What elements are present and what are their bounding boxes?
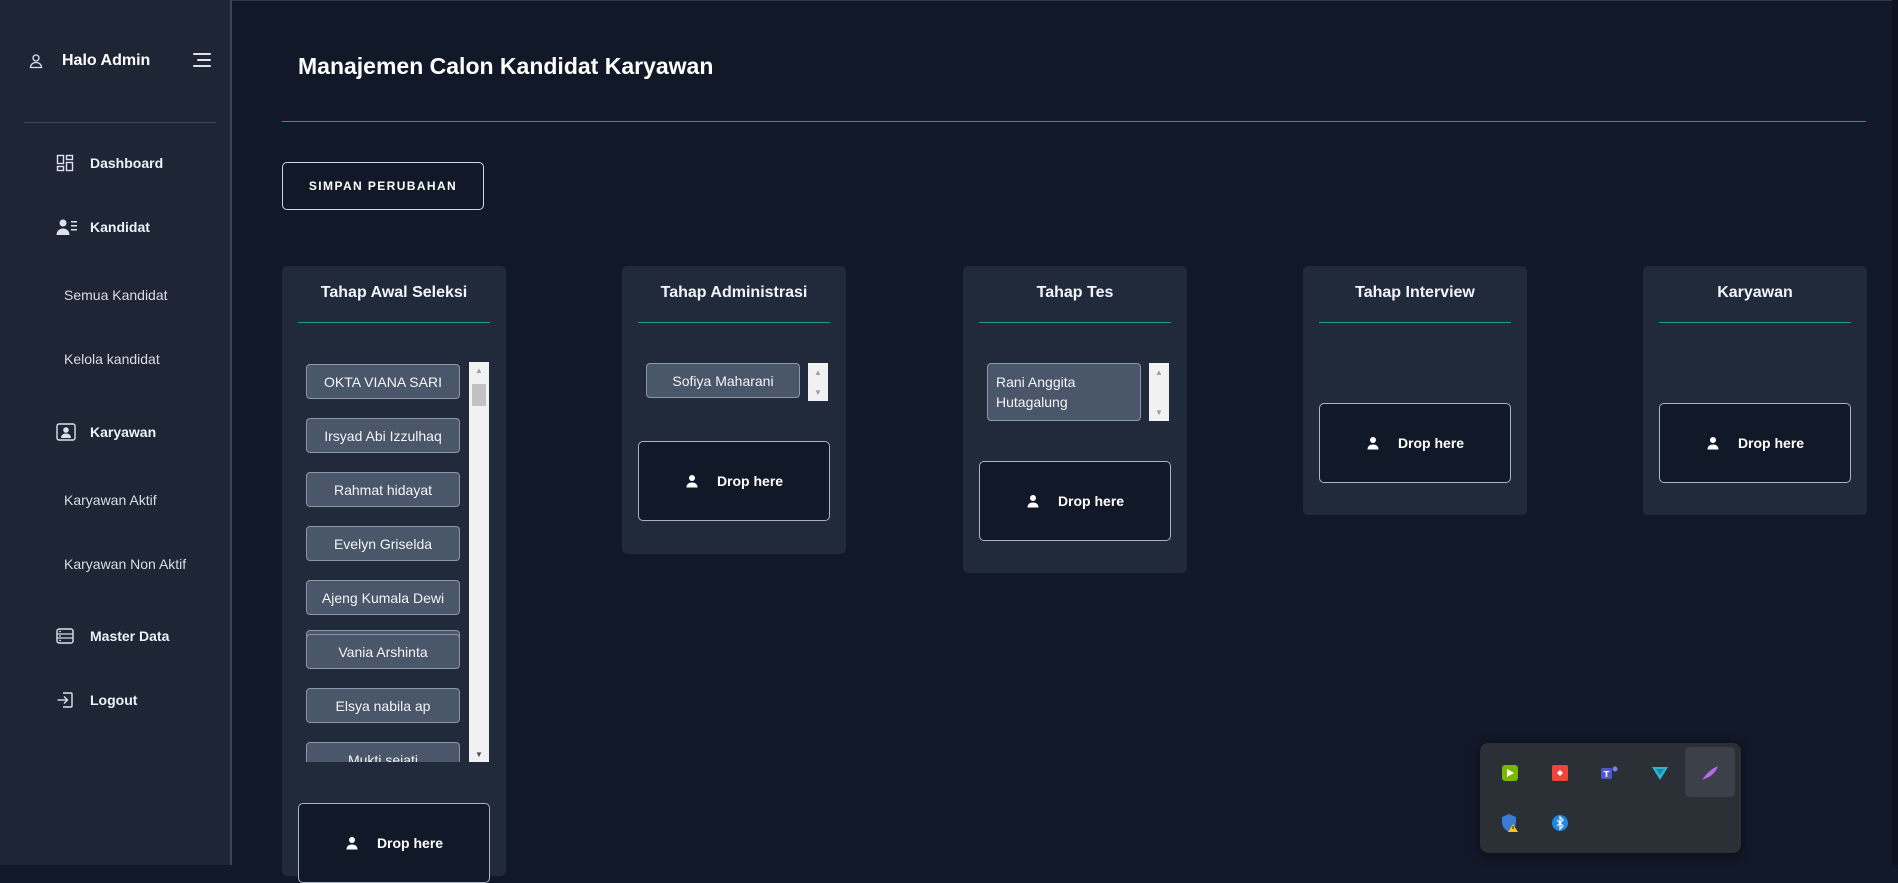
sidebar-item-label: Master Data <box>90 628 170 644</box>
person-icon <box>1707 437 1719 450</box>
sidebar-title: Halo Admin <box>62 52 151 69</box>
drop-zone[interactable]: Drop here <box>298 803 490 883</box>
drop-zone-label: Drop here <box>1057 493 1125 509</box>
column-tahap-interview: Tahap Interview Drop here <box>1303 266 1527 515</box>
window-top-border <box>0 0 1898 1</box>
sidebar-item-dashboard[interactable]: Dashboard <box>56 154 163 172</box>
candidate-card[interactable]: Evelyn Griselda <box>306 526 460 561</box>
page-scrollbar-track[interactable] <box>1892 0 1898 865</box>
drop-zone[interactable]: Drop here <box>1319 403 1511 483</box>
drop-zone[interactable]: Drop here <box>638 441 830 521</box>
column-tahap-tes: Tahap Tes Rani Anggita Hutagalung ▲ ▼ Dr… <box>963 266 1187 573</box>
menu-toggle-icon[interactable] <box>193 53 211 69</box>
drop-zone-label: Drop here <box>1397 435 1465 451</box>
sidebar-subitem-karyawan-aktif[interactable]: Karyawan Aktif <box>64 492 157 508</box>
drop-zone-label: Drop here <box>1737 435 1805 451</box>
column-scrollbar[interactable]: ▲ ▼ <box>1149 363 1169 421</box>
teams-icon[interactable]: T <box>1600 763 1620 783</box>
candidate-card[interactable]: Elsya nabila ap <box>306 688 460 723</box>
scroll-down-arrow-icon[interactable]: ▼ <box>469 746 489 762</box>
anydesk-icon[interactable] <box>1550 763 1570 783</box>
candidate-card[interactable]: Rani Anggita Hutagalung <box>987 363 1141 421</box>
feather-app-icon[interactable] <box>1700 763 1720 783</box>
sidebar-item-karyawan[interactable]: Karyawan <box>56 423 156 441</box>
drop-zone[interactable]: Drop here <box>1659 403 1851 483</box>
sidebar-subitem-karyawan-non-aktif[interactable]: Karyawan Non Aktif <box>64 556 186 572</box>
candidate-list-scrollbar[interactable]: ▲ ▼ <box>469 362 489 762</box>
page-title: Manajemen Calon Kandidat Karyawan <box>298 53 714 79</box>
drop-zone[interactable]: Drop here <box>979 461 1171 541</box>
scroll-up-arrow-icon[interactable]: ▲ <box>469 362 489 378</box>
sidebar-item-label: Dashboard <box>90 155 164 171</box>
candidates-icon <box>56 219 77 235</box>
save-changes-button[interactable]: SIMPAN PERUBAHAN <box>282 162 484 210</box>
candidate-card[interactable]: Irsyad Abi Izzulhaq <box>306 418 460 453</box>
candidate-card[interactable]: Mukti sejati <box>306 742 460 762</box>
dashboard-icon <box>56 154 74 172</box>
candidate-card[interactable]: Vania Arshinta <box>306 634 460 669</box>
scroll-up-arrow-icon[interactable]: ▲ <box>808 363 828 381</box>
scroll-down-arrow-icon[interactable]: ▼ <box>808 383 828 401</box>
security-warning-icon[interactable] <box>1500 813 1520 833</box>
person-icon <box>686 475 698 488</box>
candidate-card[interactable]: Ajeng Kumala Dewi <box>306 580 460 615</box>
column-title: Tahap Administrasi <box>660 284 808 301</box>
scroll-thumb[interactable] <box>472 384 486 406</box>
column-karyawan: Karyawan Drop here <box>1643 266 1867 515</box>
column-title: Karyawan <box>1717 284 1793 301</box>
drop-zone-label: Drop here <box>376 835 444 851</box>
system-tray-overflow: T <box>1480 743 1741 853</box>
sidebar-item-label: Karyawan <box>90 424 157 440</box>
sidebar-item-logout[interactable]: Logout <box>56 691 137 709</box>
person-icon <box>346 837 358 850</box>
vpn-shield-icon[interactable] <box>1650 763 1670 783</box>
candidate-list-viewport[interactable]: OKTA VIANA SARI Irsyad Abi Izzulhaq Rahm… <box>282 362 506 762</box>
scroll-up-arrow-icon[interactable]: ▲ <box>1149 363 1169 381</box>
sidebar-subitem-semua-kandidat[interactable]: Semua Kandidat <box>64 287 168 303</box>
scroll-down-arrow-icon[interactable]: ▼ <box>1149 403 1169 421</box>
drop-zone-label: Drop here <box>716 473 784 489</box>
column-title: Tahap Interview <box>1355 284 1475 301</box>
person-icon <box>1027 495 1039 508</box>
column-divider <box>1659 322 1851 323</box>
sidebar-item-kandidat[interactable]: Kandidat <box>56 218 150 236</box>
column-scrollbar[interactable]: ▲ ▼ <box>808 363 828 401</box>
bluetooth-icon[interactable] <box>1550 813 1570 833</box>
nvidia-icon[interactable] <box>1500 763 1520 783</box>
sidebar: Halo Admin Dashboard Kandidat Semua Kand… <box>0 0 232 865</box>
column-title: Tahap Awal Seleksi <box>320 284 468 301</box>
title-divider <box>282 121 1866 122</box>
sidebar-subitem-kelola-kandidat[interactable]: Kelola kandidat <box>64 351 160 367</box>
column-divider <box>638 322 830 323</box>
column-divider <box>979 322 1171 323</box>
user-icon <box>29 54 43 69</box>
employee-icon <box>56 423 76 441</box>
sidebar-item-master-data[interactable]: Master Data <box>56 627 169 645</box>
candidate-card[interactable]: Sofiya Maharani <box>646 363 800 398</box>
logout-icon <box>57 692 73 708</box>
svg-text:T: T <box>1604 770 1610 779</box>
database-icon <box>56 628 74 644</box>
sidebar-header: Halo Admin <box>28 52 150 70</box>
column-title: Tahap Tes <box>1036 284 1114 301</box>
column-divider <box>298 322 490 323</box>
sidebar-divider <box>24 122 216 123</box>
sidebar-item-label: Kandidat <box>90 219 150 235</box>
candidate-card[interactable]: Rahmat hidayat <box>306 472 460 507</box>
person-icon <box>1367 437 1379 450</box>
column-divider <box>1319 322 1511 323</box>
sidebar-item-label: Logout <box>90 692 138 708</box>
column-tahap-administrasi: Tahap Administrasi Sofiya Maharani ▲ ▼ D… <box>622 266 846 554</box>
candidate-card[interactable]: OKTA VIANA SARI <box>306 364 460 399</box>
